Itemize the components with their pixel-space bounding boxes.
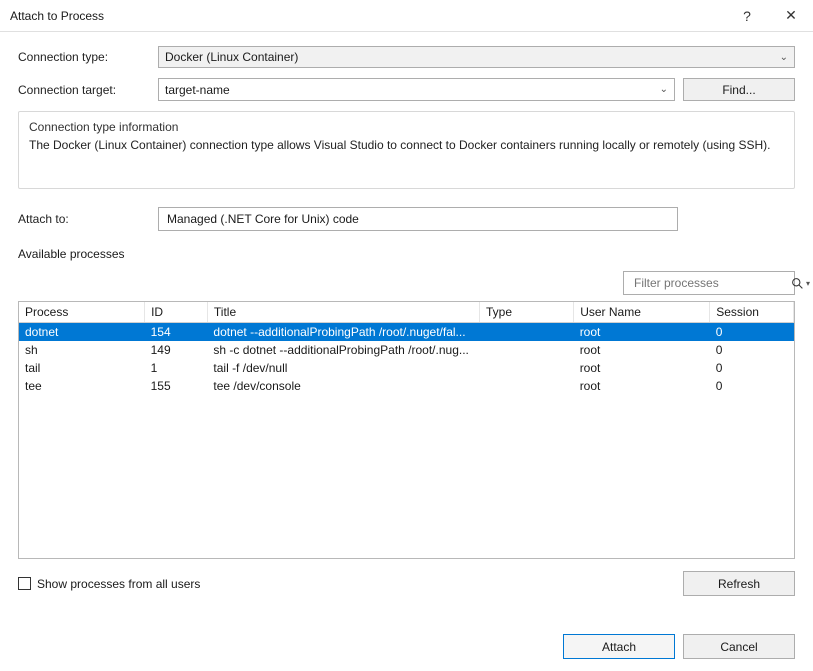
chevron-down-icon: ⌄ [660, 84, 668, 95]
titlebar: Attach to Process ? ✕ [0, 0, 813, 32]
cell-type [480, 359, 574, 377]
cell-process: tee [19, 377, 145, 395]
table-row[interactable]: tail1tail -f /dev/null root0 [19, 359, 794, 377]
cell-id: 155 [145, 377, 208, 395]
chevron-down-icon: ▾ [806, 279, 810, 288]
attach-to-value: Managed (.NET Core for Unix) code [167, 212, 359, 226]
col-username[interactable]: User Name [574, 302, 710, 323]
connection-type-dropdown[interactable]: Docker (Linux Container) ⌄ [158, 46, 795, 68]
cell-session: 0 [710, 323, 794, 341]
show-all-users-label: Show processes from all users [37, 577, 200, 591]
connection-target-value: target-name [165, 83, 230, 97]
table-header-row: Process ID Title Type User Name Session [19, 302, 794, 323]
cell-username: root [574, 341, 710, 359]
refresh-button[interactable]: Refresh [683, 571, 795, 596]
show-all-users-checkbox[interactable]: Show processes from all users [18, 577, 200, 591]
connection-target-combobox[interactable]: target-name ⌄ [158, 78, 675, 101]
close-button[interactable]: ✕ [769, 0, 813, 32]
col-id[interactable]: ID [145, 302, 208, 323]
attach-to-row: Attach to: Managed (.NET Core for Unix) … [18, 207, 795, 231]
cell-session: 0 [710, 359, 794, 377]
cell-process: tail [19, 359, 145, 377]
connection-target-label: Connection target: [18, 83, 158, 97]
below-table-row: Show processes from all users Refresh [18, 571, 795, 596]
help-button[interactable]: ? [725, 0, 769, 32]
dialog-footer: Attach Cancel [563, 634, 795, 659]
info-title: Connection type information [29, 120, 784, 134]
find-button[interactable]: Find... [683, 78, 795, 101]
connection-type-value: Docker (Linux Container) [165, 50, 298, 64]
cell-username: root [574, 377, 710, 395]
checkbox-icon [18, 577, 31, 590]
cell-username: root [574, 323, 710, 341]
available-processes-label: Available processes [18, 247, 795, 261]
cell-type [480, 341, 574, 359]
cell-id: 149 [145, 341, 208, 359]
table-row[interactable]: dotnet154dotnet --additionalProbingPath … [19, 323, 794, 341]
dialog-body: Connection type: Docker (Linux Container… [0, 32, 813, 610]
connection-type-row: Connection type: Docker (Linux Container… [18, 46, 795, 68]
col-type[interactable]: Type [480, 302, 574, 323]
help-icon: ? [743, 8, 751, 24]
col-title[interactable]: Title [207, 302, 479, 323]
col-process[interactable]: Process [19, 302, 145, 323]
processes-table-container: Process ID Title Type User Name Session … [18, 301, 795, 559]
connection-target-row: Connection target: target-name ⌄ Find... [18, 78, 795, 101]
cell-type [480, 377, 574, 395]
filter-row: ▾ [18, 271, 795, 295]
cell-title: tee /dev/console [207, 377, 479, 395]
cell-process: dotnet [19, 323, 145, 341]
connection-type-info-group: Connection type information The Docker (… [18, 111, 795, 189]
dialog-title: Attach to Process [10, 9, 725, 23]
filter-input[interactable] [632, 275, 791, 291]
filter-processes-input[interactable]: ▾ [623, 271, 795, 295]
col-session[interactable]: Session [710, 302, 794, 323]
processes-table: Process ID Title Type User Name Session … [19, 302, 794, 395]
cell-session: 0 [710, 341, 794, 359]
cancel-button[interactable]: Cancel [683, 634, 795, 659]
cell-username: root [574, 359, 710, 377]
table-row[interactable]: tee155tee /dev/console root0 [19, 377, 794, 395]
attach-to-label: Attach to: [18, 212, 158, 226]
search-icon[interactable]: ▾ [791, 277, 810, 290]
attach-to-field[interactable]: Managed (.NET Core for Unix) code [158, 207, 678, 231]
connection-type-label: Connection type: [18, 50, 158, 64]
chevron-down-icon: ⌄ [780, 52, 788, 63]
close-icon: ✕ [785, 7, 797, 24]
info-text: The Docker (Linux Container) connection … [29, 138, 784, 152]
cell-title: dotnet --additionalProbingPath /root/.nu… [207, 323, 479, 341]
cell-session: 0 [710, 377, 794, 395]
cell-process: sh [19, 341, 145, 359]
cell-id: 154 [145, 323, 208, 341]
cell-type [480, 323, 574, 341]
attach-button[interactable]: Attach [563, 634, 675, 659]
cell-title: sh -c dotnet --additionalProbingPath /ro… [207, 341, 479, 359]
cell-id: 1 [145, 359, 208, 377]
cell-title: tail -f /dev/null [207, 359, 479, 377]
table-row[interactable]: sh149sh -c dotnet --additionalProbingPat… [19, 341, 794, 359]
